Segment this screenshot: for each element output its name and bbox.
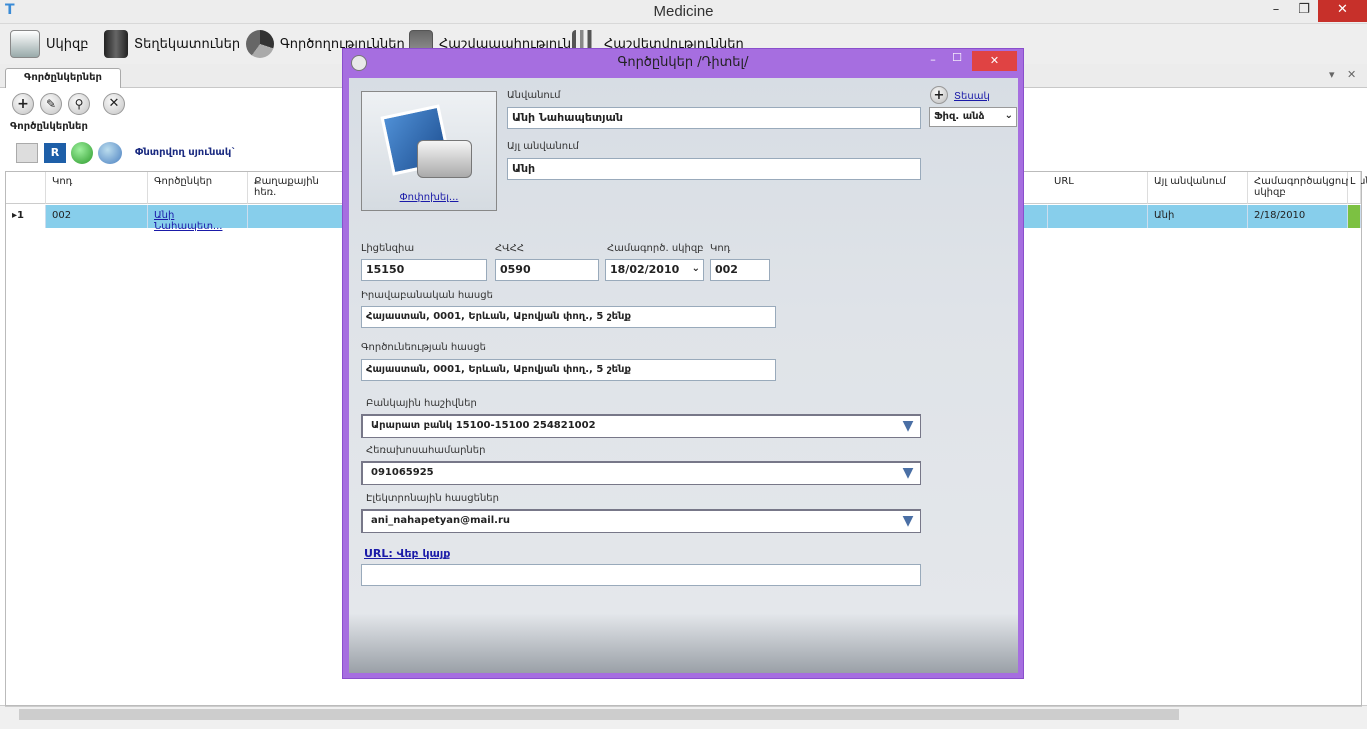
report-icon[interactable]: R [44,143,66,163]
dialog-close-button[interactable]: ✕ [972,51,1017,71]
triangle-down-icon[interactable]: ▼ [898,418,918,435]
menu-references-label: Տեղեկատուներ [134,36,241,52]
maximize-button[interactable]: ❐ [1290,0,1318,22]
users-lock-icon[interactable] [98,142,122,164]
cell-code[interactable]: 002 [46,205,148,228]
mail-icon[interactable] [16,143,38,163]
search-button[interactable]: ⚲ [68,93,90,115]
scrollbar-thumb[interactable] [19,709,1179,720]
close-button[interactable]: ✕ [1318,0,1367,22]
add-type-icon[interactable]: + [930,86,948,104]
name-field[interactable]: Անի Նահապետյան [507,107,921,129]
window-titlebar: T Medicine – ❐ ✕ [0,0,1367,24]
hvhh-label: ՀՎՀՀ [495,243,525,254]
list-label: Գործընկերներ [10,121,88,132]
grid-header-url[interactable]: URL [1048,172,1148,204]
type-link[interactable]: Տեսակ [954,91,990,102]
name-label: Անվանում [507,90,561,101]
bank-accounts-label: Բանկային հաշիվներ [366,398,477,409]
menu-start-label: Սկիզբ [46,36,89,52]
alt-name-field[interactable]: Անի [507,158,921,180]
window-title: Medicine [653,3,714,20]
legal-address-field[interactable]: Հայաստան, 0001, Երևան, Աբովյան փող., 5 շ… [361,306,776,328]
code-field[interactable]: 002 [710,259,770,281]
grid-header-coop-start[interactable]: Համագործակցության սկիզբ [1248,172,1367,204]
book-icon [104,30,128,58]
menu-references[interactable]: Տեղեկատուներ [104,28,240,60]
filter-column-label[interactable]: Փնտրվող սյունակ` [135,147,236,158]
pie-chart-icon [246,30,274,58]
legal-address-label: Իրավաբանական հասցե [361,290,493,301]
work-address-field[interactable]: Հայաստան, 0001, Երևան, Աբովյան փող., 5 շ… [361,359,776,381]
coop-start-value: 18/02/2010 [610,263,680,276]
minimize-button[interactable]: – [1262,0,1290,22]
emails-label: Էլեկտրոնային հասցեներ [366,493,499,504]
grid-header-partner[interactable]: Գործընկեր [148,172,248,204]
dialog-minimize-button[interactable]: – [923,53,943,71]
coop-start-label: Համագործ. սկիզբ [607,243,704,254]
grid-header-marker [6,172,46,204]
website-link[interactable]: URL: Վեբ կայք [364,547,450,560]
tab-dropdown-icon[interactable]: ▾ [1329,68,1335,81]
tab-partners[interactable]: Գործընկերներ [5,68,121,89]
change-photo-link[interactable]: Փոփոխել... [362,192,496,203]
row-marker[interactable]: ▸1 [6,205,46,228]
grid-header-alt-name[interactable]: Այլ անվանում [1148,172,1248,204]
grid-header-extra[interactable]: Լ [1348,172,1361,204]
grid-header-phone[interactable]: Քաղաքային հեռ. [248,172,348,204]
work-address-label: Գործունեության հասցե [361,342,486,353]
date-dropdown-icon[interactable]: ⌄ [692,263,700,274]
delete-button[interactable]: ✕ [103,93,125,115]
license-field[interactable]: 15150 [361,259,487,281]
dialog-body: Փոփոխել... Անվանում Անի Նահապետյան Այլ ա… [349,78,1018,673]
add-button[interactable]: + [12,93,34,115]
cell-url[interactable] [1048,205,1148,228]
cell-extra[interactable] [1348,205,1361,228]
phones-label: Հեռախոսահամարներ [366,445,486,456]
cell-coop-start[interactable]: 2/18/2010 [1248,205,1348,228]
coop-start-date[interactable]: 18/02/2010 ⌄ [605,259,704,281]
alt-name-label: Այլ անվանում [507,141,579,152]
menu-start[interactable]: Սկիզբ [10,28,89,60]
start-icon [10,30,40,58]
hvhh-field[interactable]: 0590 [495,259,599,281]
play-icon[interactable] [71,142,93,164]
phones-combo[interactable]: 091065925 ▼ [361,461,921,485]
bank-accounts-combo[interactable]: Արարատ բանկ 15100-15100 254821002 ▼ [361,414,921,438]
chevron-down-icon: ⌄ [1004,110,1013,121]
license-label: Լիցենզիա [361,243,415,254]
dialog-magnifier-icon [351,55,367,71]
camera-icon [417,140,472,178]
phones-value: 091065925 [371,467,434,478]
dialog-title: Գործընկեր /Դիտել/ [617,55,749,70]
partner-dialog: Գործընկեր /Դիտել/ – ☐ ✕ Փոփոխել... Անվան… [342,48,1024,679]
triangle-down-icon[interactable]: ▼ [898,465,918,482]
grid-header-code[interactable]: Կոդ [46,172,148,204]
website-field[interactable] [361,564,921,586]
dialog-maximize-button[interactable]: ☐ [947,51,967,69]
type-select[interactable]: Ֆիզ. անձ ⌄ [929,107,1017,127]
emails-value: ani_nahapetyan@mail.ru [371,515,511,526]
cell-alt-name[interactable]: Անի [1148,205,1248,228]
edit-button[interactable]: ✎ [40,93,62,115]
photo-box: Փոփոխել... [361,91,497,211]
tab-close-icon[interactable]: ✕ [1347,68,1356,81]
code-label: Կոդ [710,243,731,254]
type-select-value: Ֆիզ. անձ [934,111,985,122]
cell-partner[interactable]: Անի Նահապետ... [148,205,248,232]
bank-accounts-value: Արարատ բանկ 15100-15100 254821002 [371,420,596,431]
horizontal-scrollbar[interactable] [5,706,1362,723]
emails-combo[interactable]: ani_nahapetyan@mail.ru ▼ [361,509,921,533]
triangle-down-icon[interactable]: ▼ [898,513,918,530]
